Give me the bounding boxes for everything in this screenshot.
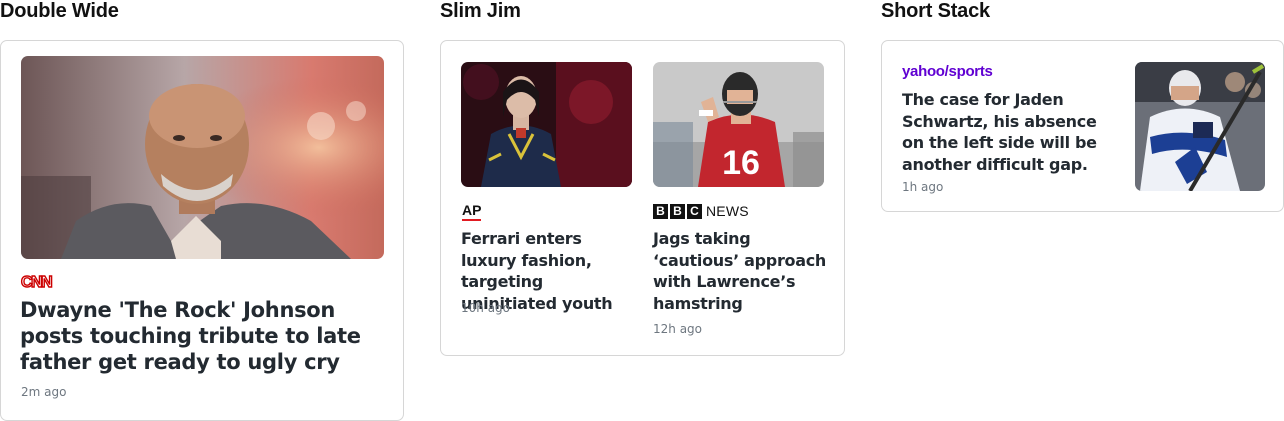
article-thumbnail[interactable]: 16	[653, 62, 824, 187]
article-headline[interactable]: Dwayne 'The Rock' Johnson posts touching…	[20, 297, 390, 375]
bbc-logo-news: NEWS	[706, 203, 749, 219]
short-stack-card[interactable]: yahoo/sports The case for Jaden Schwartz…	[881, 40, 1284, 212]
article-thumbnail[interactable]	[461, 62, 632, 187]
double-wide-card[interactable]: CNN Dwayne 'The Rock' Johnson posts touc…	[0, 40, 404, 421]
article-timestamp: 2m ago	[21, 385, 67, 399]
section-title-slim-jim: Slim Jim	[440, 0, 521, 22]
bbc-logo-box: B	[670, 203, 685, 219]
article-headline[interactable]: The case for Jaden Schwartz, his absence…	[902, 89, 1117, 175]
section-title-short-stack: Short Stack	[881, 0, 990, 22]
bbc-logo-box: B	[653, 203, 668, 219]
article-timestamp: 10h ago	[461, 301, 511, 315]
article-thumbnail[interactable]	[21, 56, 384, 259]
section-title-double-wide: Double Wide	[0, 0, 119, 22]
svg-text:16: 16	[722, 144, 760, 182]
cnn-logo: CNN	[20, 273, 53, 291]
yahoo-sports-logo: yahoo/sports	[902, 63, 993, 80]
bbc-logo-box: C	[687, 203, 702, 219]
ap-logo: AP	[462, 202, 482, 221]
article-timestamp: 12h ago	[653, 322, 703, 336]
slim-jim-card: 16 AP B B C NEWS Ferrari enters luxury f…	[440, 40, 845, 356]
article-thumbnail[interactable]	[1135, 62, 1265, 191]
article-headline[interactable]: Jags taking ‘cautious’ approach with Law…	[653, 228, 833, 314]
article-timestamp: 1h ago	[902, 180, 944, 194]
bbc-news-logo: B B C NEWS	[653, 203, 749, 219]
